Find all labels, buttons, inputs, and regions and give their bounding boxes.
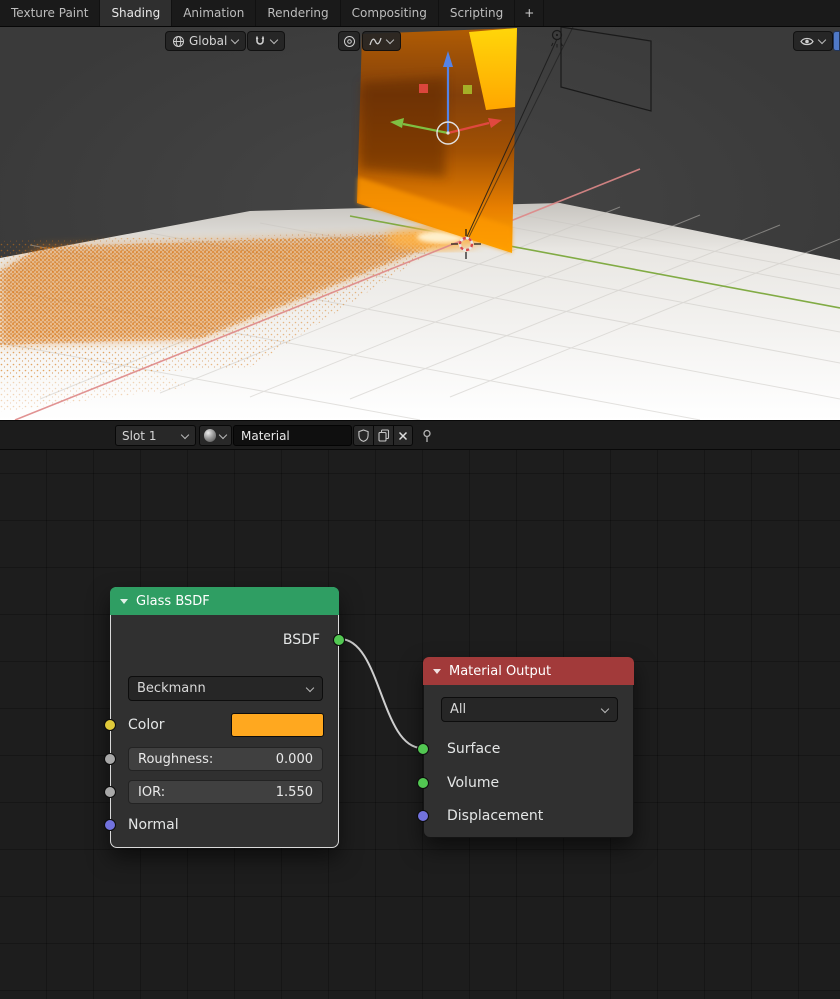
- tab-shading[interactable]: Shading: [100, 0, 172, 26]
- orientation-label: Global: [189, 34, 227, 48]
- close-icon: [398, 431, 408, 441]
- slot-label: Slot 1: [122, 429, 156, 443]
- tab-rendering[interactable]: Rendering: [256, 0, 340, 26]
- collapse-icon[interactable]: [120, 599, 128, 604]
- gizmo-center-dot: [446, 131, 449, 134]
- blender-window: Texture Paint Shading Animation Renderin…: [0, 0, 840, 999]
- displacement-label: Displacement: [447, 804, 543, 828]
- add-workspace-button[interactable]: +: [515, 0, 544, 26]
- output-node-header[interactable]: Material Output: [423, 657, 634, 685]
- new-material-button[interactable]: [373, 425, 393, 446]
- color-label: Color: [128, 713, 165, 737]
- ior-label: IOR:: [138, 785, 165, 800]
- node-title: Material Output: [449, 664, 551, 679]
- normal-label: Normal: [128, 813, 179, 837]
- chevron-down-icon: [181, 432, 189, 440]
- falloff-wave-icon: [369, 36, 382, 47]
- target-select[interactable]: All: [441, 697, 618, 722]
- tab-animation[interactable]: Animation: [172, 0, 256, 26]
- chevron-down-icon: [601, 706, 609, 714]
- color-swatch[interactable]: [231, 713, 324, 737]
- surface-input-socket[interactable]: [417, 743, 429, 755]
- node-link[interactable]: [340, 639, 422, 748]
- viewport-scene: [0, 27, 840, 420]
- surface-label: Surface: [447, 737, 500, 761]
- volume-input-socket[interactable]: [417, 777, 429, 789]
- material-name-field[interactable]: Material: [233, 425, 352, 446]
- bsdf-output-label: BSDF: [283, 628, 320, 652]
- shading-mode-button-partial[interactable]: [833, 31, 840, 51]
- workspace-tabbar: Texture Paint Shading Animation Renderin…: [0, 0, 840, 27]
- snapping-dropdown[interactable]: [247, 31, 285, 51]
- collapse-icon[interactable]: [433, 669, 441, 674]
- gizmo-plane-handle-x: [419, 84, 428, 93]
- material-output-node[interactable]: Material Output All Surface Volume Displ…: [423, 657, 634, 838]
- chevron-down-icon: [270, 37, 278, 45]
- tab-label: Shading: [111, 6, 160, 20]
- tab-label: Rendering: [267, 6, 328, 20]
- chevron-down-icon: [818, 37, 826, 45]
- plus-icon: +: [524, 6, 534, 20]
- unlink-material-button[interactable]: [393, 425, 413, 446]
- proportional-circle-icon: [343, 35, 356, 48]
- tab-label: Scripting: [450, 6, 503, 20]
- roughness-input-socket[interactable]: [104, 753, 116, 765]
- distribution-value: Beckmann: [137, 681, 206, 696]
- overlays-dropdown[interactable]: [793, 31, 833, 51]
- material-slot-select[interactable]: Slot 1: [115, 425, 196, 446]
- shield-icon: [358, 429, 369, 442]
- chevron-down-icon: [231, 37, 239, 45]
- ior-value: 1.550: [276, 785, 313, 800]
- ior-input-socket[interactable]: [104, 786, 116, 798]
- eye-icon: [800, 36, 814, 47]
- roughness-value: 0.000: [276, 752, 313, 767]
- tab-compositing[interactable]: Compositing: [341, 0, 439, 26]
- bsdf-output-socket[interactable]: [333, 634, 345, 646]
- ior-field[interactable]: IOR: 1.550: [128, 780, 323, 804]
- browse-material-button[interactable]: [199, 425, 232, 446]
- gizmo-plane-handle-y: [463, 85, 472, 94]
- copy-icon: [378, 429, 390, 442]
- proportional-editing-button[interactable]: [338, 31, 360, 51]
- tab-texture-paint[interactable]: Texture Paint: [0, 0, 100, 26]
- magnet-icon: [254, 35, 266, 47]
- fake-user-button[interactable]: [353, 425, 373, 446]
- chevron-down-icon: [219, 432, 227, 440]
- displacement-input-socket[interactable]: [417, 810, 429, 822]
- pin-icon: [421, 429, 433, 443]
- distribution-select[interactable]: Beckmann: [128, 676, 323, 701]
- shader-editor[interactable]: Glass BSDF BSDF Beckmann Color Roughness…: [0, 450, 840, 999]
- material-preview-icon: [204, 429, 216, 442]
- target-value: All: [450, 702, 466, 717]
- tab-label: Compositing: [352, 6, 427, 20]
- roughness-label: Roughness:: [138, 752, 213, 767]
- node-title: Glass BSDF: [136, 594, 210, 609]
- orientation-dropdown[interactable]: Global: [165, 31, 246, 51]
- orientation-globe-icon: [172, 35, 185, 48]
- falloff-dropdown[interactable]: [362, 31, 401, 51]
- tab-scripting[interactable]: Scripting: [439, 0, 515, 26]
- chevron-down-icon: [306, 685, 314, 693]
- glass-bsdf-node[interactable]: Glass BSDF BSDF Beckmann Color Roughness…: [110, 587, 339, 848]
- pin-button[interactable]: [418, 425, 436, 446]
- normal-input-socket[interactable]: [104, 819, 116, 831]
- shader-editor-header: Slot 1 Material: [0, 420, 840, 450]
- material-name-value: Material: [241, 429, 290, 443]
- chevron-down-icon: [386, 37, 394, 45]
- glass-node-header[interactable]: Glass BSDF: [110, 587, 339, 615]
- tab-label: Animation: [183, 6, 244, 20]
- viewport-3d[interactable]: Global: [0, 27, 840, 420]
- tab-label: Texture Paint: [11, 6, 88, 20]
- color-input-socket[interactable]: [104, 719, 116, 731]
- roughness-field[interactable]: Roughness: 0.000: [128, 747, 323, 771]
- volume-label: Volume: [447, 771, 499, 795]
